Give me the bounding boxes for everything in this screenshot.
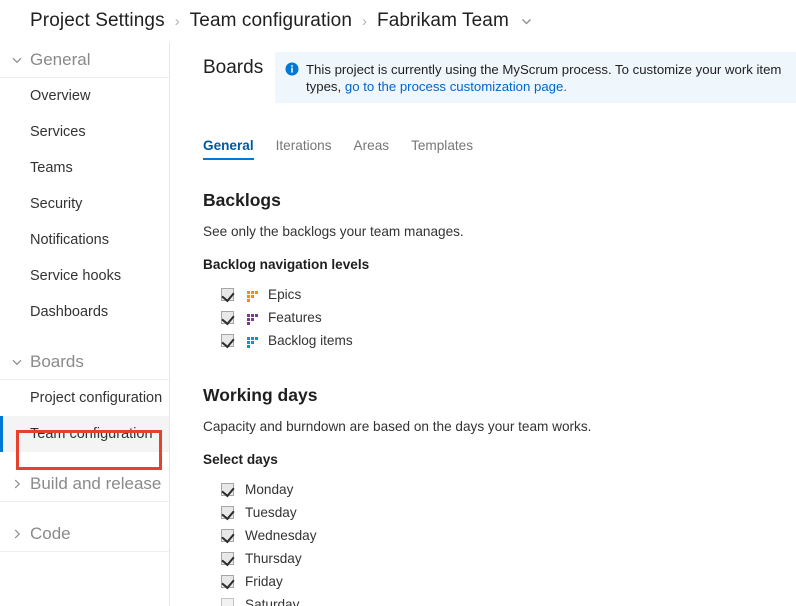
breadcrumb-item-team-configuration[interactable]: Team configuration bbox=[190, 10, 352, 32]
process-info-banner: This project is currently using the MySc… bbox=[275, 52, 796, 103]
sidebar-item-services[interactable]: Services bbox=[0, 114, 169, 150]
sidebar-item-label: Security bbox=[30, 196, 83, 212]
settings-page: Project Settings › Team configuration › … bbox=[0, 0, 796, 606]
sidebar-item-label: Notifications bbox=[30, 232, 109, 248]
sidebar-item-label: Teams bbox=[30, 160, 73, 176]
day-label: Monday bbox=[245, 482, 294, 497]
sidebar-item-label: Team configuration bbox=[30, 426, 153, 442]
section-title: Backlogs bbox=[203, 190, 281, 210]
chevron-down-icon bbox=[8, 356, 26, 368]
backlog-levels-list: Epics Features Backlog items bbox=[203, 283, 464, 352]
day-row-saturday[interactable]: Saturday bbox=[203, 593, 591, 606]
backlog-level-label: Backlog items bbox=[268, 333, 353, 348]
sidebar-group-boards[interactable]: Boards bbox=[0, 344, 169, 380]
day-row-monday[interactable]: Monday bbox=[203, 478, 591, 501]
day-label: Saturday bbox=[245, 597, 300, 606]
tab-templates[interactable]: Templates bbox=[400, 138, 484, 160]
select-days-label: Select days bbox=[203, 452, 278, 467]
day-row-tuesday[interactable]: Tuesday bbox=[203, 501, 591, 524]
banner-message: This project is currently using the MySc… bbox=[306, 61, 786, 95]
breadcrumb: Project Settings › Team configuration › … bbox=[0, 0, 796, 42]
sidebar-item-label: Dashboards bbox=[30, 304, 109, 320]
checkbox-saturday[interactable] bbox=[221, 598, 234, 606]
chevron-right-icon bbox=[8, 528, 26, 540]
sidebar-group-label: Code bbox=[30, 523, 71, 543]
checkbox-epics[interactable] bbox=[221, 288, 234, 301]
chevron-right-icon bbox=[8, 478, 26, 490]
day-row-friday[interactable]: Friday bbox=[203, 570, 591, 593]
section-title: Working days bbox=[203, 385, 318, 405]
info-icon bbox=[285, 62, 299, 81]
day-label: Tuesday bbox=[245, 505, 297, 520]
day-row-wednesday[interactable]: Wednesday bbox=[203, 524, 591, 547]
tab-label: Iterations bbox=[275, 138, 332, 153]
page-title: Boards bbox=[203, 57, 264, 78]
breadcrumb-item-project-settings[interactable]: Project Settings bbox=[30, 10, 165, 32]
working-days-list: Monday Tuesday Wednesday Thursday Friday bbox=[203, 478, 591, 606]
sidebar-item-security[interactable]: Security bbox=[0, 186, 169, 222]
breadcrumb-separator-icon: › bbox=[174, 12, 180, 30]
checkbox-tuesday[interactable] bbox=[221, 506, 234, 519]
day-row-thursday[interactable]: Thursday bbox=[203, 547, 591, 570]
sidebar-item-teams[interactable]: Teams bbox=[0, 150, 169, 186]
breadcrumb-separator-icon: › bbox=[362, 12, 368, 30]
backlog-level-icon bbox=[247, 335, 259, 348]
section-description: Capacity and burndown are based on the d… bbox=[203, 419, 592, 434]
sidebar-item-project-configuration[interactable]: Project configuration bbox=[0, 380, 169, 416]
checkbox-backlog-items[interactable] bbox=[221, 334, 234, 347]
working-days-section: Working days Capacity and burndown are b… bbox=[203, 385, 591, 606]
tab-label: Areas bbox=[353, 138, 390, 153]
sidebar-item-overview[interactable]: Overview bbox=[0, 78, 169, 114]
settings-sidebar: General Overview Services Teams Security… bbox=[0, 42, 170, 606]
checkbox-friday[interactable] bbox=[221, 575, 234, 588]
tab-label: General bbox=[203, 138, 254, 153]
backlog-level-row-backlog-items[interactable]: Backlog items bbox=[203, 329, 464, 352]
backlog-level-row-features[interactable]: Features bbox=[203, 306, 464, 329]
tab-iterations[interactable]: Iterations bbox=[265, 138, 343, 160]
sidebar-group-label: Build and release bbox=[30, 473, 162, 493]
sidebar-item-service-hooks[interactable]: Service hooks bbox=[0, 258, 169, 294]
section-description: See only the backlogs your team manages. bbox=[203, 224, 464, 239]
day-label: Wednesday bbox=[245, 528, 317, 543]
chevron-down-icon[interactable] bbox=[520, 15, 533, 28]
sidebar-item-dashboards[interactable]: Dashboards bbox=[0, 294, 169, 330]
backlog-level-icon bbox=[247, 289, 259, 302]
sidebar-group-label: Boards bbox=[30, 351, 84, 371]
sidebar-item-label: Services bbox=[30, 124, 86, 140]
backlog-level-icon bbox=[247, 312, 259, 325]
sidebar-item-label: Overview bbox=[30, 88, 91, 104]
tab-areas[interactable]: Areas bbox=[343, 138, 401, 160]
backlog-navigation-levels-label: Backlog navigation levels bbox=[203, 257, 370, 272]
breadcrumb-item-fabrikam-team[interactable]: Fabrikam Team bbox=[377, 10, 509, 32]
sidebar-item-label: Service hooks bbox=[30, 268, 122, 284]
content-header: Boards This project is currently using t… bbox=[170, 42, 796, 160]
content-area: Boards This project is currently using t… bbox=[170, 42, 796, 606]
sidebar-item-label: Project configuration bbox=[30, 390, 163, 406]
checkbox-thursday[interactable] bbox=[221, 552, 234, 565]
settings-tabs: General Iterations Areas Templates bbox=[203, 138, 484, 160]
chevron-down-icon bbox=[8, 54, 26, 66]
sidebar-item-notifications[interactable]: Notifications bbox=[0, 222, 169, 258]
tab-label: Templates bbox=[411, 138, 474, 153]
day-label: Friday bbox=[245, 574, 283, 589]
sidebar-group-label: General bbox=[30, 49, 91, 69]
process-customization-link[interactable]: go to the process customization page. bbox=[345, 79, 567, 94]
sidebar-item-team-configuration[interactable]: Team configuration bbox=[0, 416, 169, 452]
backlogs-section: Backlogs See only the backlogs your team… bbox=[203, 190, 464, 352]
checkbox-wednesday[interactable] bbox=[221, 529, 234, 542]
backlog-level-label: Features bbox=[268, 310, 322, 325]
day-label: Thursday bbox=[245, 551, 302, 566]
sidebar-group-code[interactable]: Code bbox=[0, 516, 169, 552]
backlog-level-label: Epics bbox=[268, 287, 302, 302]
checkbox-monday[interactable] bbox=[221, 483, 234, 496]
sidebar-group-general[interactable]: General bbox=[0, 42, 169, 78]
backlog-level-row-epics[interactable]: Epics bbox=[203, 283, 464, 306]
tab-general[interactable]: General bbox=[203, 138, 265, 160]
checkbox-features[interactable] bbox=[221, 311, 234, 324]
sidebar-group-build-and-release[interactable]: Build and release bbox=[0, 466, 169, 502]
